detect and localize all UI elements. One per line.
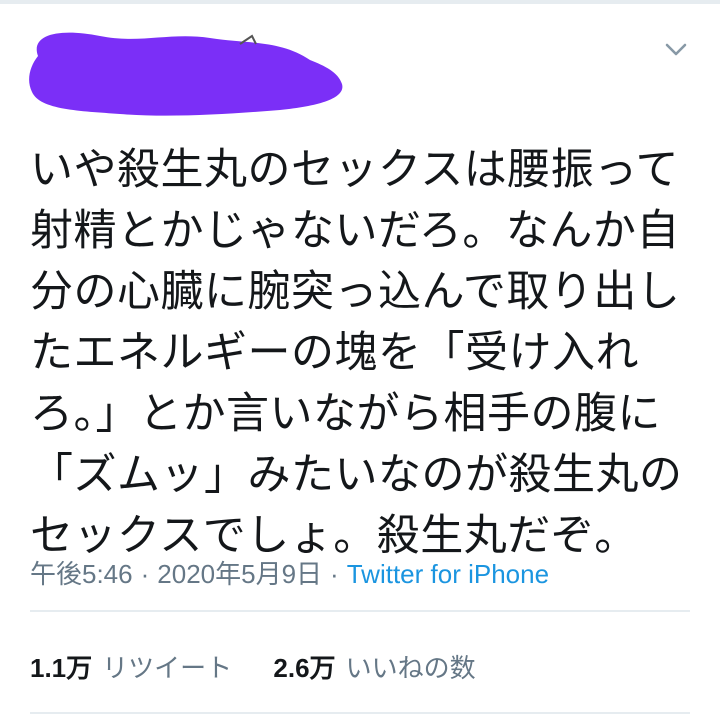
tweet-stats: 1.1万 リツイート 2.6万 いいねの数 (30, 648, 510, 688)
source-link[interactable]: Twitter for iPhone (347, 559, 549, 589)
tweet-meta: 午後5:46 · 2020年5月9日 · Twitter for iPhone (30, 556, 549, 592)
divider (30, 610, 690, 612)
likes-label: いいねの数 (345, 653, 476, 683)
tweet-time: 午後5:46 (30, 559, 133, 589)
tweet-text: いや殺生丸のセックスは腰振って 射精とかじゃないだろ。なんか自 分の心臓に腕突っ… (30, 145, 683, 561)
likes-count: 2.6万 (273, 653, 336, 683)
redacted-user-info (29, 32, 343, 116)
divider (30, 712, 690, 714)
chevron-down-icon[interactable] (660, 36, 692, 64)
meta-separator: · (330, 559, 339, 589)
likes-stat[interactable]: 2.6万 いいねの数 (273, 648, 475, 688)
retweets-stat[interactable]: 1.1万 リツイート (30, 648, 232, 688)
meta-separator: · (140, 559, 150, 589)
retweets-label: リツイート (102, 653, 233, 683)
tweet-date: 2020年5月9日 (157, 559, 323, 589)
retweets-count: 1.1万 (30, 653, 93, 683)
tweet-header (0, 4, 720, 124)
